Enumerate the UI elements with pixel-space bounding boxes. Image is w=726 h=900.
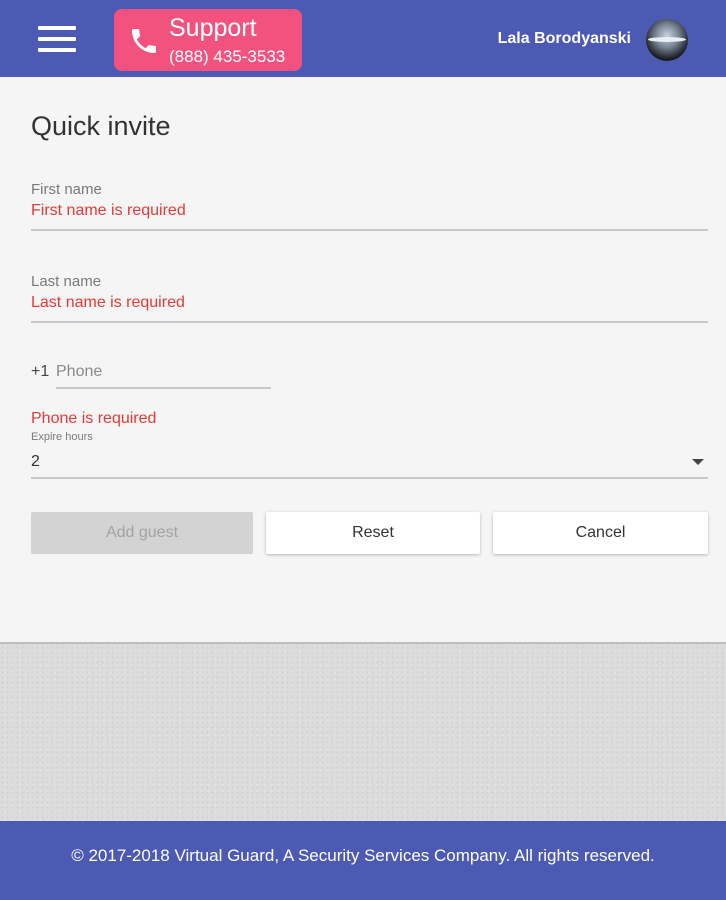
top-bar: Support (888) 435-3533 Lala Borodyanski <box>0 0 726 77</box>
cancel-button[interactable]: Cancel <box>493 512 708 554</box>
support-title: Support <box>169 14 257 42</box>
last-name-label: Last name <box>31 273 102 290</box>
copyright-text: © 2017-2018 Virtual Guard, A Security Se… <box>71 846 655 865</box>
background-area <box>0 645 726 821</box>
add-guest-button[interactable]: Add guest <box>31 512 253 554</box>
expire-hours-select[interactable]: 2 <box>31 451 708 479</box>
support-phone-number: (888) 435-3533 <box>169 47 286 66</box>
avatar[interactable] <box>646 19 688 61</box>
menu-line <box>38 37 76 41</box>
reset-button[interactable]: Reset <box>266 512 480 554</box>
field-underline <box>31 229 708 231</box>
phone-field[interactable] <box>56 361 271 389</box>
last-name-field[interactable]: Last name Last name is required <box>31 273 708 323</box>
first-name-label: First name <box>31 181 102 198</box>
last-name-error: Last name is required <box>31 294 185 311</box>
menu-icon[interactable] <box>38 26 76 52</box>
country-code: +1 <box>31 363 50 380</box>
support-button[interactable]: Support (888) 435-3533 <box>114 9 302 71</box>
phone-input[interactable] <box>56 361 271 383</box>
field-underline <box>31 477 708 479</box>
dropdown-arrow-icon[interactable] <box>692 459 704 465</box>
expire-hours-label: Expire hours <box>31 431 93 443</box>
field-underline <box>31 321 708 323</box>
phone-error: Phone is required <box>31 410 157 427</box>
first-name-error: First name is required <box>31 202 186 219</box>
page-title: Quick invite <box>31 111 171 141</box>
footer: © 2017-2018 Virtual Guard, A Security Se… <box>0 821 726 900</box>
menu-line <box>38 48 76 52</box>
quick-invite-card: Quick invite First name First name is re… <box>0 77 726 644</box>
expire-hours-value: 2 <box>31 453 40 470</box>
phone-icon <box>132 29 156 53</box>
field-underline <box>56 387 271 389</box>
first-name-field[interactable]: First name First name is required <box>31 181 708 231</box>
menu-line <box>38 26 76 30</box>
user-name[interactable]: Lala Borodyanski <box>498 30 631 48</box>
